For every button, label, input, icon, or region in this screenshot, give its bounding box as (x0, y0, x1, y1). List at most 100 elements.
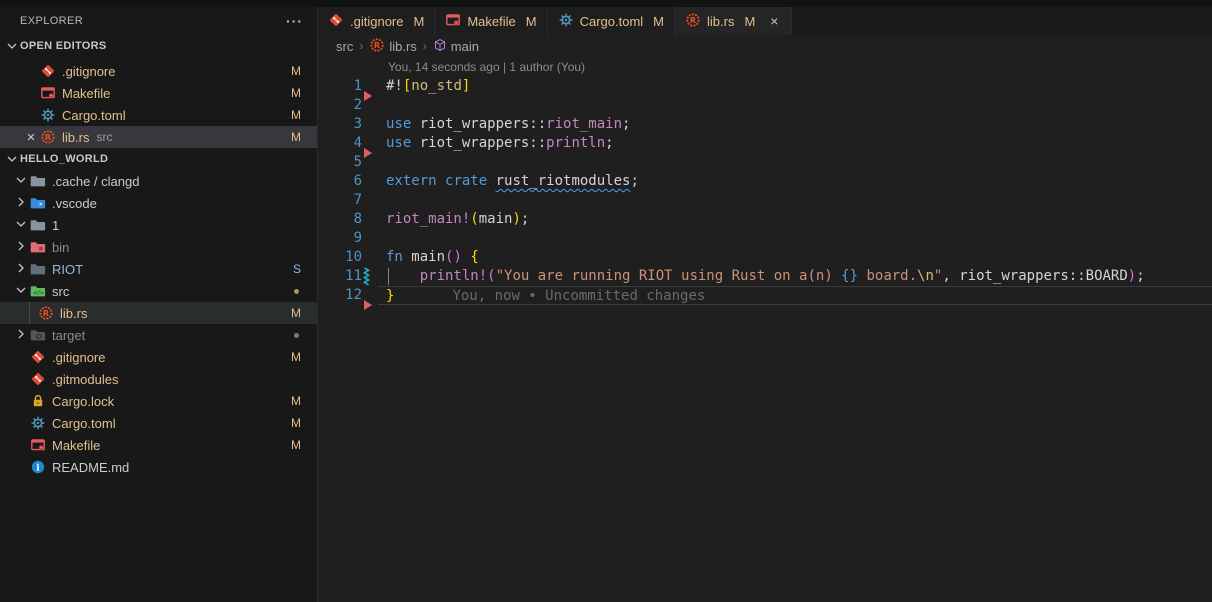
tab-.gitignore[interactable]: .gitignore M (318, 7, 435, 35)
code-line-10[interactable]: 10 fn main() { (318, 248, 1212, 267)
tab-label: Cargo.toml (580, 14, 644, 29)
code-line-12[interactable]: 12 }You, now • Uncommitted changes (318, 286, 1212, 305)
info-icon: i (30, 459, 46, 475)
code-line-8[interactable]: 8 riot_main!(main); (318, 210, 1212, 229)
line-number[interactable]: 6 (318, 172, 362, 191)
open-editors-header[interactable]: OPEN EDITORS (0, 35, 317, 57)
tree-item-Makefile[interactable]: Makefile M (0, 434, 317, 456)
tree-item-Cargo.toml[interactable]: Cargo.toml M (0, 412, 317, 434)
gutter-decorations[interactable] (362, 210, 378, 229)
folder-name: RIOT (52, 262, 83, 277)
line-number[interactable]: 2 (318, 96, 362, 115)
git-deleted-lines-marker[interactable] (364, 148, 372, 158)
tree-item-README.md[interactable]: i README.md (0, 456, 317, 478)
tree-item-target[interactable]: target (0, 324, 317, 346)
code-line-2[interactable]: 2 (318, 96, 1212, 115)
tab-modified-badge: M (653, 14, 664, 29)
breadcrumb-item-lib.rs[interactable]: Rlib.rs (369, 37, 416, 56)
gutter-decorations[interactable] (362, 229, 378, 248)
chevron-down-icon (4, 151, 20, 167)
section-label: OPEN EDITORS (20, 40, 107, 52)
gutter-decorations[interactable] (362, 115, 378, 134)
line-number[interactable]: 3 (318, 115, 362, 134)
tab-modified-badge: M (744, 14, 755, 29)
title-bar-strip (0, 0, 1212, 7)
line-number[interactable]: 12 (318, 286, 362, 305)
gutter-decorations[interactable] (362, 191, 378, 210)
code-line-3[interactable]: 3 use riot_wrappers::riot_main; (318, 115, 1212, 134)
tree-item-bin[interactable]: bin (0, 236, 317, 258)
open-editor-item-Cargo.toml[interactable]: Cargo.toml M (0, 104, 317, 126)
git-status-badge: M (291, 108, 301, 122)
line-number[interactable]: 1 (318, 77, 362, 96)
git-deleted-lines-marker[interactable] (364, 300, 372, 310)
tree-item-1[interactable]: 1 (0, 214, 317, 236)
makefile-icon (40, 85, 56, 101)
code-editor[interactable]: 1 #![no_std] 2 3 use riot_wrappers::riot… (318, 77, 1212, 602)
tree-item-.gitmodules[interactable]: .gitmodules (0, 368, 317, 390)
line-number[interactable]: 9 (318, 229, 362, 248)
gutter-decorations[interactable] (362, 77, 378, 96)
explorer-sidebar: EXPLORER ··· OPEN EDITORS .gitignore M M… (0, 7, 318, 602)
open-editor-item-lib.rs[interactable]: × R lib.rs src M (0, 126, 317, 148)
git-blame-header: You, 14 seconds ago | 1 author (You) (318, 57, 1212, 77)
folder-name: .vscode (52, 196, 97, 211)
folder-icon (30, 173, 46, 189)
tree-item-.vscode[interactable]: .vscode (0, 192, 317, 214)
line-number[interactable]: 10 (318, 248, 362, 267)
indent-guide (29, 302, 30, 324)
file-name: Cargo.toml (52, 416, 116, 431)
code-token: \n (917, 268, 934, 284)
line-number[interactable]: 5 (318, 153, 362, 172)
git-modified-gutter-icon[interactable] (362, 267, 371, 286)
git-icon (40, 63, 56, 79)
folder-name: target (52, 328, 85, 343)
git-status-badge: S (293, 262, 301, 276)
close-editor-icon[interactable]: × (27, 130, 36, 145)
git-icon (30, 371, 46, 387)
breadcrumb-item-main[interactable]: main (433, 38, 479, 55)
code-line-1[interactable]: 1 #![no_std] (318, 77, 1212, 96)
tab-lib.rs[interactable]: R lib.rs M × (675, 7, 792, 35)
gutter-decorations[interactable] (362, 134, 378, 153)
code-line-9[interactable]: 9 (318, 229, 1212, 248)
code-token: ; (605, 135, 613, 151)
gutter-decorations[interactable] (362, 248, 378, 267)
tree-item-.cache / clangd[interactable]: .cache / clangd (0, 170, 317, 192)
tree-item-lib.rs[interactable]: R lib.rs M (0, 302, 317, 324)
gutter-decorations[interactable] (362, 172, 378, 191)
code-token: () (445, 249, 462, 265)
line-number[interactable]: 8 (318, 210, 362, 229)
close-tab-icon[interactable]: × (767, 13, 781, 29)
gutter-decorations[interactable] (362, 286, 378, 305)
code-token: extern (386, 173, 445, 189)
line-number[interactable]: 4 (318, 134, 362, 153)
open-editor-item-Makefile[interactable]: Makefile M (0, 82, 317, 104)
chevron-right-icon (13, 238, 29, 257)
tree-item-src[interactable]: </> src (0, 280, 317, 302)
code-line-5[interactable]: 5 (318, 153, 1212, 172)
code-line-7[interactable]: 7 (318, 191, 1212, 210)
tab-Cargo.toml[interactable]: Cargo.toml M (548, 7, 675, 35)
tree-item-Cargo.lock[interactable]: Cargo.lock M (0, 390, 317, 412)
tree-item-.gitignore[interactable]: .gitignore M (0, 346, 317, 368)
code-line-4[interactable]: 4 use riot_wrappers::println; (318, 134, 1212, 153)
tab-Makefile[interactable]: Makefile M (435, 7, 547, 35)
file-name: lib.rs (60, 306, 87, 321)
tree-item-RIOT[interactable]: RIOT S (0, 258, 317, 280)
line-number[interactable]: 11 (318, 267, 362, 286)
git-deleted-lines-marker[interactable] (364, 91, 372, 101)
code-token: println (546, 135, 605, 151)
line-number[interactable]: 7 (318, 191, 362, 210)
code-line-11[interactable]: 11 println!("You are running RIOT using … (318, 267, 1212, 286)
gutter-decorations[interactable] (362, 267, 378, 286)
tab-modified-badge: M (413, 14, 424, 29)
breadcrumb-item-src[interactable]: src (336, 39, 353, 54)
open-editor-item-.gitignore[interactable]: .gitignore M (0, 60, 317, 82)
workspace-header[interactable]: HELLO_WORLD (0, 148, 317, 170)
explorer-header: EXPLORER ··· (0, 7, 317, 35)
code-token (386, 268, 420, 284)
more-actions-icon[interactable]: ··· (286, 13, 303, 29)
file-name: Makefile (62, 86, 110, 101)
code-line-6[interactable]: 6 extern crate rust_riotmodules; (318, 172, 1212, 191)
